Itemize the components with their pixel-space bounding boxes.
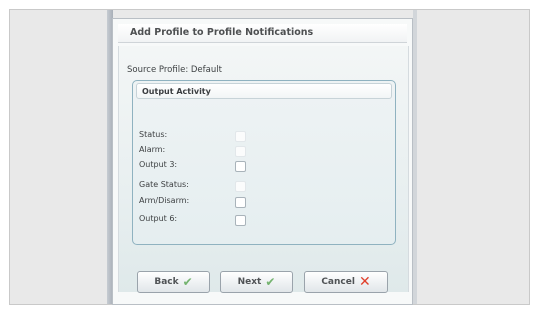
background-window-edge-right — [413, 10, 417, 304]
next-button[interactable]: Next ✔ — [220, 271, 293, 293]
checkmark-icon: ✔ — [182, 275, 193, 289]
checkmark-icon: ✔ — [265, 275, 276, 289]
back-button[interactable]: Back ✔ — [137, 271, 210, 293]
cross-icon: ✕ — [358, 274, 371, 290]
back-button-label: Back — [154, 277, 179, 287]
output-6-label: Output 6: — [139, 214, 178, 223]
status-label: Status: — [139, 130, 168, 139]
output-3-label: Output 3: — [139, 160, 178, 169]
arm-disarm-label: Arm/Disarm: — [139, 196, 190, 205]
alarm-label: Alarm: — [139, 145, 166, 154]
cancel-button-label: Cancel — [321, 277, 355, 287]
add-profile-dialog: Add Profile to Profile Notifications Sou… — [112, 18, 413, 305]
dialog-title: Add Profile to Profile Notifications — [118, 24, 407, 43]
gate-status-label: Gate Status: — [139, 180, 189, 189]
arm-disarm-checkbox[interactable] — [235, 197, 246, 208]
cancel-button[interactable]: Cancel ✕ — [304, 271, 388, 293]
next-button-label: Next — [237, 277, 262, 287]
output-3-checkbox[interactable] — [235, 161, 246, 172]
output-activity-header: Output Activity — [136, 83, 392, 99]
source-profile-label: Source Profile: Default — [127, 65, 222, 75]
alarm-checkbox[interactable] — [235, 146, 246, 157]
gate-status-checkbox[interactable] — [235, 181, 246, 192]
output-6-checkbox[interactable] — [235, 215, 246, 226]
status-checkbox[interactable] — [235, 131, 246, 142]
